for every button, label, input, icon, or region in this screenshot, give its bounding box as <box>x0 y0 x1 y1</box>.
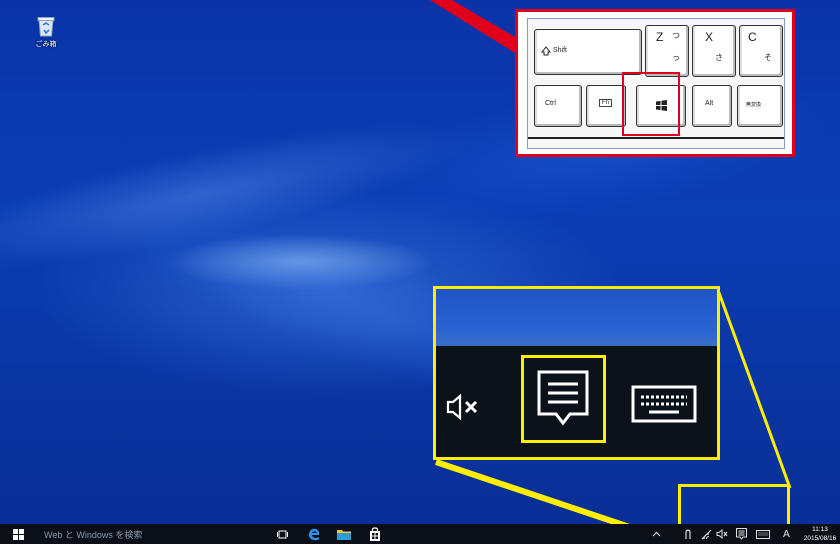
clock-time: 11:13 <box>812 526 828 533</box>
fn-key: Fn <box>586 85 626 127</box>
file-explorer-button[interactable] <box>337 527 351 541</box>
tray-app-button[interactable] <box>684 527 692 541</box>
edge-icon <box>309 528 320 541</box>
muhenkan-key-label: 無変換 <box>746 102 762 108</box>
speaker-muted-icon <box>716 529 728 539</box>
touch-keyboard-icon <box>631 385 697 423</box>
folder-icon <box>337 530 351 540</box>
recycle-bin[interactable]: ごみ箱 <box>26 14 66 49</box>
c-key-kana: そ <box>764 53 772 62</box>
x-key: X さ <box>692 25 736 77</box>
pen-icon <box>685 529 691 539</box>
store-button[interactable] <box>368 527 382 541</box>
muhenkan-key: 無変換 <box>737 85 783 127</box>
c-key-label: C <box>748 30 757 44</box>
volume-button[interactable] <box>716 527 728 541</box>
alt-key-label: Alt <box>705 100 714 107</box>
shift-key: Shift <box>534 29 642 75</box>
keyboard-callout: Shift Z つ っ X さ C そ Ctrl Fn Alt 無変換 <box>515 9 795 157</box>
fn-key-label: Fn <box>599 99 613 107</box>
speaker-muted-icon <box>446 393 478 421</box>
shift-key-label: Shift <box>553 47 568 54</box>
touch-keyboard-button[interactable] <box>756 527 770 541</box>
taskbar: Web と Windows を検索 A 11:13 2015/08/16 <box>0 524 840 544</box>
action-center-icon <box>537 370 589 426</box>
alt-key: Alt <box>692 85 732 127</box>
task-view-button[interactable] <box>275 527 289 541</box>
z-key: Z つ っ <box>645 25 689 77</box>
z-key-kana-top: つ <box>672 31 680 40</box>
edge-browser-button[interactable] <box>307 527 321 541</box>
wifi-icon <box>701 529 712 539</box>
touch-keyboard-icon <box>756 529 770 539</box>
z-key-label: Z <box>656 30 664 44</box>
c-key: C そ <box>739 25 783 77</box>
search-placeholder: Web と Windows を検索 <box>44 530 143 540</box>
windows-key-highlight <box>622 72 680 136</box>
shift-arrow-icon <box>541 46 551 56</box>
clock[interactable]: 11:13 2015/08/16 <box>800 525 840 543</box>
x-key-kana: さ <box>715 53 723 62</box>
chevron-up-icon <box>652 531 661 537</box>
taskbar-zoom-callout <box>433 286 720 460</box>
ctrl-key-label: Ctrl <box>545 100 556 107</box>
x-key-label: X <box>705 30 714 44</box>
task-view-icon <box>276 530 288 538</box>
z-key-kana-bottom: っ <box>672 53 680 62</box>
store-bag-icon <box>370 527 380 541</box>
show-hidden-icons-button[interactable] <box>652 527 661 541</box>
keyboard-edge <box>528 137 784 139</box>
clock-date: 2015/08/16 <box>803 535 837 542</box>
action-center-button[interactable] <box>736 527 747 541</box>
ime-indicator[interactable]: A <box>783 527 790 541</box>
ctrl-key: Ctrl <box>534 85 582 127</box>
wallpaper-light-beam <box>0 92 484 298</box>
recycle-bin-label: ごみ箱 <box>35 40 57 48</box>
zoom-desktop-strip <box>436 289 717 346</box>
network-button[interactable] <box>701 527 712 541</box>
start-button[interactable] <box>13 529 24 540</box>
recycle-bin-icon <box>37 17 55 37</box>
action-center-icon <box>736 528 747 540</box>
search-box[interactable]: Web と Windows を検索 <box>40 524 240 544</box>
